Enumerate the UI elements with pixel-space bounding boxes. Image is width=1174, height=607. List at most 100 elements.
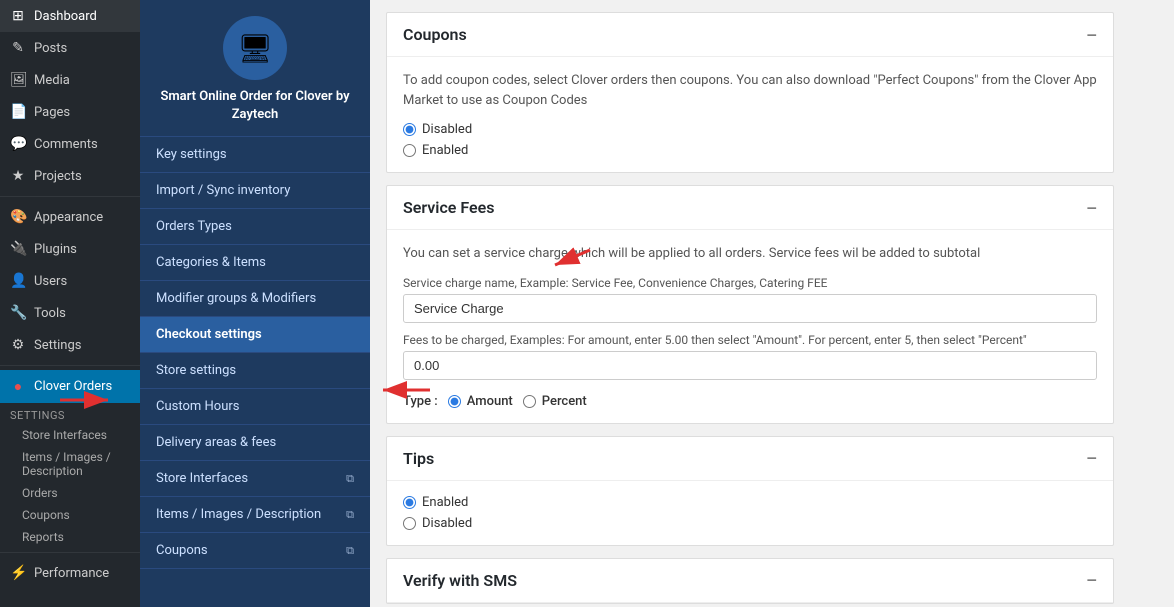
service-fees-card: Service Fees − You can set a service cha…: [386, 185, 1114, 424]
posts-label: Posts: [34, 41, 67, 56]
type-row: Type : Amount Percent: [403, 394, 1097, 409]
plugin-menu-delivery-areas[interactable]: Delivery areas & fees: [140, 425, 370, 461]
service-fees-title: Service Fees: [403, 198, 494, 217]
wp-admin-sidebar: ⊞ Dashboard ✎ Posts 🖼 Media 📄 Pages 💬 Co…: [0, 0, 140, 607]
plugin-menu-modifier-groups[interactable]: Modifier groups & Modifiers: [140, 281, 370, 317]
external-link-icon-3: ⧉: [346, 544, 354, 558]
users-label: Users: [34, 274, 67, 289]
coupons-radio-group: Disabled Enabled: [403, 122, 1097, 158]
charge-name-input[interactable]: [403, 294, 1097, 323]
fees-label: Fees to be charged, Examples: For amount…: [403, 333, 1097, 347]
performance-icon: ⚡: [10, 565, 26, 581]
tips-collapse-button[interactable]: −: [1086, 449, 1097, 467]
plugin-menu-checkout-settings[interactable]: Checkout settings: [140, 317, 370, 353]
tips-card-header: Tips −: [387, 437, 1113, 481]
media-icon: 🖼: [10, 72, 26, 88]
plugin-menu-store-settings[interactable]: Store settings: [140, 353, 370, 389]
comments-icon: 💬: [10, 136, 26, 152]
coupons-disabled-option[interactable]: Disabled: [403, 122, 1097, 137]
items-images-sub[interactable]: Items / Images / Description: [0, 446, 140, 482]
plugin-logo-icon: 🖥: [237, 32, 273, 65]
plugins-icon: 🔌: [10, 241, 26, 257]
clover-orders-item[interactable]: ● Clover Orders: [0, 370, 140, 403]
fees-input[interactable]: [403, 351, 1097, 380]
type-amount-option[interactable]: Amount: [448, 394, 513, 409]
plugins-item[interactable]: 🔌 Plugins: [0, 233, 140, 265]
plugin-menu-orders-types[interactable]: Orders Types: [140, 209, 370, 245]
sidebar-divider-1: [0, 196, 140, 197]
comments-label: Comments: [34, 137, 98, 152]
charge-name-label: Service charge name, Example: Service Fe…: [403, 276, 1097, 290]
plugin-menu-items-images[interactable]: Items / Images / Description ⧉: [140, 497, 370, 533]
posts-item[interactable]: ✎ Posts: [0, 32, 140, 64]
type-percent-label: Percent: [542, 394, 587, 409]
reports-sub[interactable]: Reports: [0, 526, 140, 548]
coupons-disabled-label: Disabled: [422, 122, 472, 137]
plugins-label: Plugins: [34, 242, 77, 257]
dashboard-icon: ⊞: [10, 8, 26, 24]
tools-label: Tools: [34, 306, 66, 321]
pages-item[interactable]: 📄 Pages: [0, 96, 140, 128]
media-label: Media: [34, 73, 70, 88]
settings-item[interactable]: ⚙ Settings: [0, 329, 140, 361]
coupons-sub[interactable]: Coupons: [0, 504, 140, 526]
tips-radio-group: Enabled Disabled: [403, 495, 1097, 531]
verify-sms-collapse-button[interactable]: −: [1086, 571, 1097, 589]
service-fees-description: You can set a service charge which will …: [403, 244, 1097, 264]
plugin-menu-coupons[interactable]: Coupons ⧉: [140, 533, 370, 569]
external-link-icon-1: ⧉: [346, 472, 354, 486]
posts-icon: ✎: [10, 40, 26, 56]
tools-icon: 🔧: [10, 305, 26, 321]
appearance-icon: 🎨: [10, 209, 26, 225]
service-fees-collapse-button[interactable]: −: [1086, 199, 1097, 217]
plugin-menu-custom-hours[interactable]: Custom Hours: [140, 389, 370, 425]
coupons-enabled-label: Enabled: [422, 143, 468, 158]
tips-disabled-label: Disabled: [422, 516, 472, 531]
settings-label: Settings: [34, 338, 81, 353]
content-inner: Coupons − To add coupon codes, select Cl…: [370, 0, 1130, 607]
users-item[interactable]: 👤 Users: [0, 265, 140, 297]
tips-enabled-option[interactable]: Enabled: [403, 495, 1097, 510]
plugin-menu-key-settings[interactable]: Key settings: [140, 137, 370, 173]
coupons-description: To add coupon codes, select Clover order…: [403, 71, 1097, 110]
orders-sub[interactable]: Orders: [0, 482, 140, 504]
verify-sms-card-header: Verify with SMS −: [387, 559, 1113, 603]
performance-item[interactable]: ⚡ Performance: [0, 557, 140, 589]
appearance-label: Appearance: [34, 210, 103, 225]
appearance-item[interactable]: 🎨 Appearance: [0, 201, 140, 233]
tips-enabled-label: Enabled: [422, 495, 468, 510]
sidebar-divider-2: [0, 365, 140, 366]
type-percent-option[interactable]: Percent: [523, 394, 587, 409]
main-content: Coupons − To add coupon codes, select Cl…: [370, 0, 1174, 607]
coupons-collapse-button[interactable]: −: [1086, 26, 1097, 44]
plugin-title: Smart Online Order for Clover by Zaytech: [150, 88, 360, 124]
coupons-card-header: Coupons −: [387, 13, 1113, 57]
projects-icon: ★: [10, 168, 26, 184]
tools-item[interactable]: 🔧 Tools: [0, 297, 140, 329]
projects-item[interactable]: ★ Projects: [0, 160, 140, 192]
performance-label: Performance: [34, 566, 109, 581]
plugin-sidebar: 🖥 Smart Online Order for Clover by Zayte…: [140, 0, 370, 607]
dashboard-label: Dashboard: [34, 9, 97, 24]
media-item[interactable]: 🖼 Media: [0, 64, 140, 96]
dashboard-item[interactable]: ⊞ Dashboard: [0, 0, 140, 32]
plugin-logo: 🖥: [223, 16, 287, 80]
projects-label: Projects: [34, 169, 82, 184]
plugin-menu-categories-items[interactable]: Categories & Items: [140, 245, 370, 281]
clover-orders-label: Clover Orders: [34, 379, 112, 394]
tips-disabled-option[interactable]: Disabled: [403, 516, 1097, 531]
type-label: Type :: [403, 394, 438, 409]
verify-sms-title: Verify with SMS: [403, 571, 517, 590]
plugin-header: 🖥 Smart Online Order for Clover by Zayte…: [140, 0, 370, 137]
plugin-menu-store-interfaces[interactable]: Store Interfaces ⧉: [140, 461, 370, 497]
external-link-icon-2: ⧉: [346, 508, 354, 522]
coupons-enabled-option[interactable]: Enabled: [403, 143, 1097, 158]
verify-sms-card: Verify with SMS −: [386, 558, 1114, 604]
store-interfaces-sub[interactable]: Store Interfaces: [0, 424, 140, 446]
plugin-menu-import-sync[interactable]: Import / Sync inventory: [140, 173, 370, 209]
tips-card: Tips − Enabled Disabled: [386, 436, 1114, 546]
coupons-card: Coupons − To add coupon codes, select Cl…: [386, 12, 1114, 173]
users-icon: 👤: [10, 273, 26, 289]
settings-icon: ⚙: [10, 337, 26, 353]
comments-item[interactable]: 💬 Comments: [0, 128, 140, 160]
